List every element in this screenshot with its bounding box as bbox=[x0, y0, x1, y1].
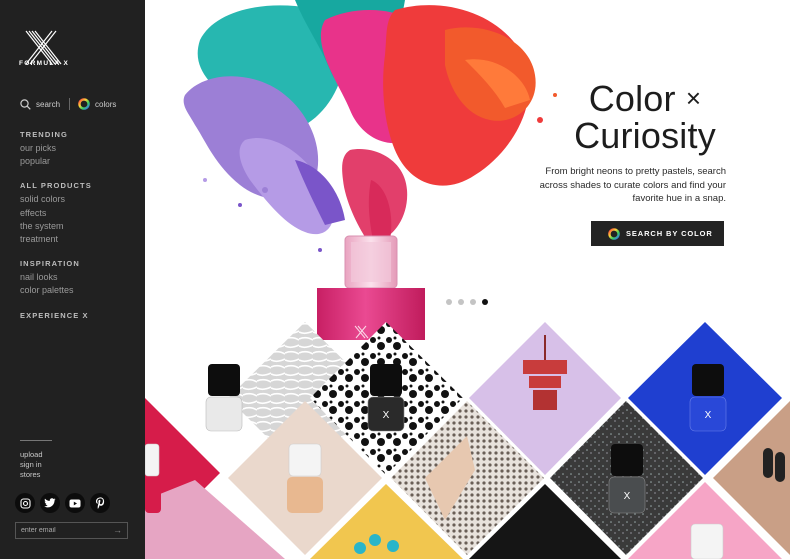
hero: Color × Curiosity From bright neons to p… bbox=[145, 0, 790, 559]
sign-in-link[interactable]: sign in bbox=[20, 460, 43, 470]
nav-heading-experience-x[interactable]: EXPERIENCE X bbox=[20, 311, 92, 320]
social-links bbox=[15, 493, 110, 513]
sidebar: FORMULA X search colors TRENDING our pic… bbox=[0, 0, 145, 559]
nav-item-solid-colors[interactable]: solid colors bbox=[20, 193, 92, 206]
upload-link[interactable]: upload bbox=[20, 450, 43, 460]
colors-link[interactable]: colors bbox=[95, 100, 116, 109]
email-field[interactable] bbox=[21, 527, 111, 534]
nav-heading-trending[interactable]: TRENDING bbox=[20, 130, 92, 139]
nav-heading-all-products[interactable]: ALL PRODUCTS bbox=[20, 181, 92, 190]
nav-item-color-palettes[interactable]: color palettes bbox=[20, 284, 92, 297]
svg-text:X: X bbox=[383, 410, 390, 421]
svg-text:X: X bbox=[624, 491, 631, 502]
pinterest-icon[interactable] bbox=[90, 493, 110, 513]
nav-heading-inspiration[interactable]: INSPIRATION bbox=[20, 259, 92, 268]
footer-divider bbox=[20, 440, 52, 441]
footer-links: upload sign in stores bbox=[20, 450, 43, 480]
nav-item-treatment[interactable]: treatment bbox=[20, 233, 92, 246]
search-icon[interactable] bbox=[20, 98, 31, 110]
search-link[interactable]: search bbox=[36, 100, 60, 109]
formula-x-logo[interactable] bbox=[22, 20, 62, 76]
bottle-pink-partial[interactable] bbox=[145, 443, 161, 513]
submit-arrow-icon[interactable]: → bbox=[113, 525, 122, 535]
instagram-icon[interactable] bbox=[15, 493, 35, 513]
bottle-black-white[interactable]: X bbox=[367, 364, 405, 432]
bottle-blue[interactable]: X bbox=[689, 364, 727, 432]
bottle-white-partial[interactable] bbox=[690, 523, 724, 559]
youtube-icon[interactable] bbox=[65, 493, 85, 513]
utility-bar: search colors bbox=[20, 98, 116, 110]
divider bbox=[69, 98, 71, 110]
nav-item-our-picks[interactable]: our picks bbox=[20, 142, 92, 155]
email-signup: → bbox=[15, 522, 128, 539]
color-wheel-icon[interactable] bbox=[78, 98, 90, 110]
nav-item-popular[interactable]: popular bbox=[20, 155, 92, 168]
twitter-icon[interactable] bbox=[40, 493, 60, 513]
nav-item-nail-looks[interactable]: nail looks bbox=[20, 271, 92, 284]
bottle-nude[interactable] bbox=[287, 443, 323, 513]
product-mosaic: X X X bbox=[145, 322, 790, 559]
nav-item-effects[interactable]: effects bbox=[20, 207, 92, 220]
bottle-white-glitter[interactable] bbox=[205, 364, 243, 432]
nav-item-the-system[interactable]: the system bbox=[20, 220, 92, 233]
svg-text:X: X bbox=[705, 410, 712, 421]
bottle-black-glitter[interactable]: X bbox=[608, 444, 646, 514]
main-nav: TRENDING our picks popular ALL PRODUCTS … bbox=[20, 130, 92, 323]
logo-text: FORMULA X bbox=[19, 60, 70, 67]
stores-link[interactable]: stores bbox=[20, 470, 43, 480]
